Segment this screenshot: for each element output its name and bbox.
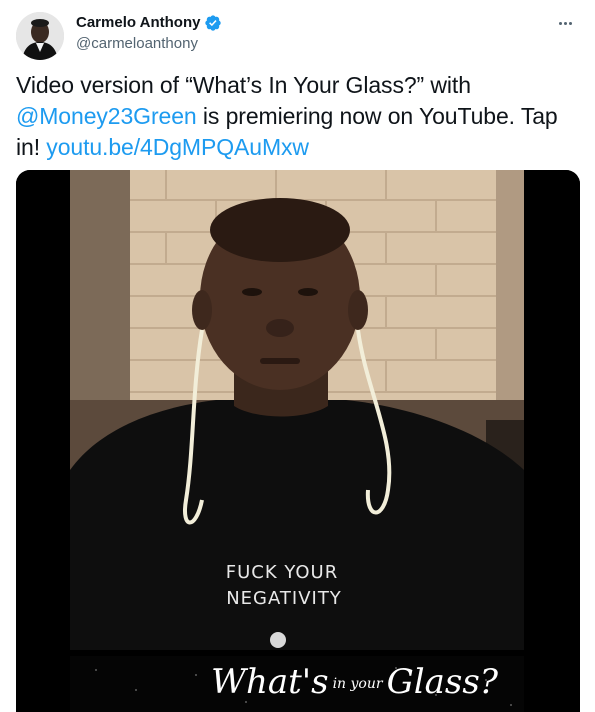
shirt-text-line2: NEGATIVITY xyxy=(226,588,342,609)
more-dot xyxy=(568,21,572,25)
video-media[interactable]: FUCK YOUR NEGATIVITY What's in your Glass? xyxy=(16,170,580,712)
avatar[interactable] xyxy=(16,12,64,60)
shirt-text-line1: FUCK YOUR xyxy=(225,562,339,583)
verified-badge-icon xyxy=(204,14,222,32)
profile-photo xyxy=(16,12,64,60)
author-display-name[interactable]: Carmelo Anthony xyxy=(76,13,200,33)
more-dot xyxy=(563,21,567,25)
overlay-title-part2: Glass? xyxy=(386,662,499,702)
more-dot xyxy=(558,21,562,25)
author-handle[interactable]: @carmeloanthony xyxy=(76,34,198,54)
url-link[interactable]: youtu.be/4DgMPQAuMxw xyxy=(46,134,309,160)
more-options-icon[interactable] xyxy=(553,13,577,33)
mention-link[interactable]: @Money23Green xyxy=(16,103,197,129)
video-frame xyxy=(16,170,580,712)
tweet-text: Video version of “What’s In Your Glass?”… xyxy=(16,70,576,163)
overlay-title-part1: What's xyxy=(211,662,329,702)
tweet-card: Carmelo Anthony @carmeloanthony Video ve… xyxy=(0,0,595,712)
tweet-text-part1: Video version of “What’s In Your Glass?”… xyxy=(16,72,471,98)
overlay-title-small: in your xyxy=(332,676,383,692)
author-name-row: Carmelo Anthony xyxy=(76,13,222,33)
video-overlay-title: What's in your Glass? xyxy=(211,662,498,704)
